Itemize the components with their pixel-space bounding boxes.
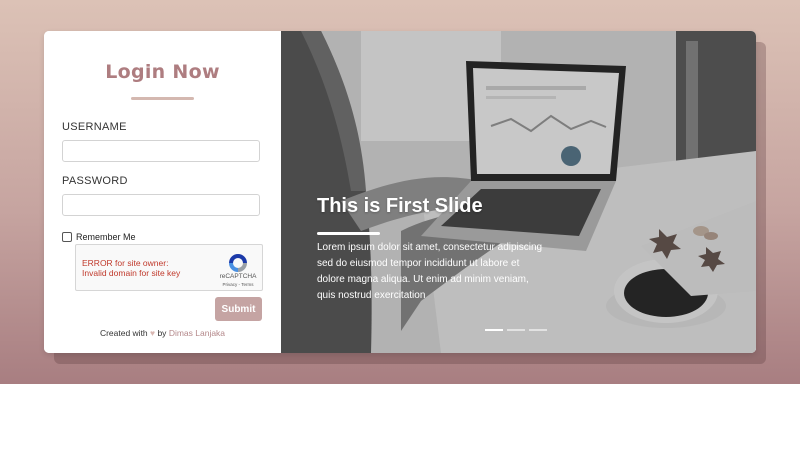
slide-photo — [281, 31, 756, 353]
recaptcha-logo-icon — [229, 254, 247, 272]
image-slider[interactable]: This is First Slide Lorem ipsum dolor si… — [281, 31, 756, 353]
author-link[interactable]: Dimas Lanjaka — [169, 328, 225, 338]
remember-me-label[interactable]: Remember Me — [76, 232, 136, 242]
slide-indicator-2[interactable] — [507, 329, 525, 331]
recaptcha-error-line2: Invalid domain for site key — [82, 268, 181, 278]
login-form-panel: Login Now USERNAME PASSWORD Remember Me … — [44, 31, 281, 353]
recaptcha-widget[interactable]: ERROR for site owner: Invalid domain for… — [75, 244, 263, 291]
credit-by: by — [157, 328, 167, 338]
recaptcha-brand: reCAPTCHA — [219, 273, 257, 280]
username-input[interactable] — [62, 140, 260, 162]
credit-prefix: Created with — [99, 328, 148, 338]
slide-title-underline — [317, 232, 380, 235]
slide-indicator-3[interactable] — [529, 329, 547, 331]
recaptcha-error-line1: ERROR for site owner: — [82, 258, 169, 268]
submit-button[interactable]: Submit — [215, 297, 262, 321]
password-input[interactable] — [62, 194, 260, 216]
login-title: Login Now — [105, 61, 220, 83]
username-label: USERNAME — [62, 121, 127, 133]
recaptcha-error: ERROR for site owner: Invalid domain for… — [82, 258, 212, 278]
remember-me-checkbox[interactable] — [62, 232, 72, 242]
slide-indicators — [485, 329, 547, 331]
login-card: Login Now USERNAME PASSWORD Remember Me … — [44, 31, 756, 353]
slide-text: Lorem ipsum dolor sit amet, consectetur … — [317, 242, 543, 301]
slide-title: This is First Slide — [317, 195, 483, 217]
heart-icon: ♥ — [150, 328, 156, 338]
slide-indicator-1[interactable] — [485, 329, 503, 331]
remember-me-row: Remember Me — [62, 231, 136, 243]
recaptcha-privacy-terms[interactable]: Privacy - Terms — [216, 282, 260, 287]
password-label: PASSWORD — [62, 175, 128, 187]
title-underline — [131, 97, 194, 100]
credit-line: Created with ♥ by Dimas Lanjaka — [44, 328, 281, 338]
